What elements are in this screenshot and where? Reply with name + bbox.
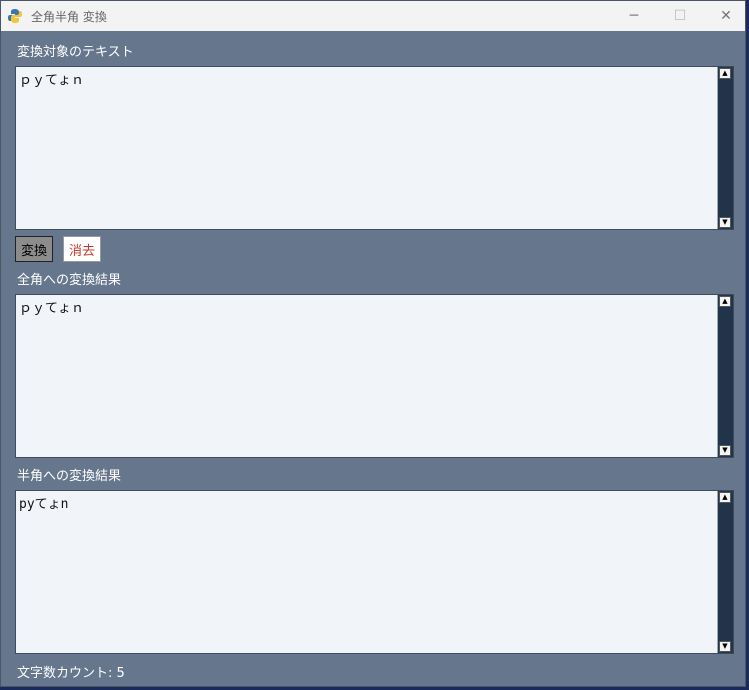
input-label: 変換対象のテキスト <box>17 45 134 60</box>
fullwidth-text: ｐｙてょｎ <box>19 301 85 316</box>
halfwidth-text: pyてょn <box>19 497 69 512</box>
input-textarea[interactable]: ｐｙてょｎ ▲ ▼ <box>15 66 734 230</box>
clear-button[interactable]: 消去 <box>63 236 101 262</box>
halfwidth-scrollbar[interactable]: ▲ ▼ <box>717 491 733 653</box>
convert-button[interactable]: 変換 <box>15 236 53 262</box>
scroll-down-icon[interactable]: ▼ <box>719 217 731 228</box>
maximize-button[interactable]: ☐ <box>657 1 703 31</box>
halfwidth-label: 半角への変換結果 <box>17 469 122 484</box>
maximize-icon: ☐ <box>673 8 687 24</box>
scroll-down-icon[interactable]: ▼ <box>719 445 731 456</box>
halfwidth-textarea[interactable]: pyてょn ▲ ▼ <box>15 490 734 654</box>
close-icon: ✕ <box>720 8 732 24</box>
scroll-up-icon[interactable]: ▲ <box>719 492 731 503</box>
close-button[interactable]: ✕ <box>703 1 749 31</box>
scroll-up-icon[interactable]: ▲ <box>719 68 731 79</box>
scroll-up-icon[interactable]: ▲ <box>719 296 731 307</box>
fullwidth-label: 全角への変換結果 <box>17 273 122 288</box>
char-count-label: 文字数カウント: 5 <box>17 666 125 681</box>
fullwidth-textarea[interactable]: ｐｙてょｎ ▲ ▼ <box>15 294 734 458</box>
input-scrollbar[interactable]: ▲ ▼ <box>717 67 733 229</box>
window-title: 全角半角 変換 <box>31 10 107 24</box>
fullwidth-scrollbar[interactable]: ▲ ▼ <box>717 295 733 457</box>
scroll-down-icon[interactable]: ▼ <box>719 641 731 652</box>
input-text: ｐｙてょｎ <box>19 73 85 88</box>
minimize-icon: ─ <box>629 8 639 24</box>
minimize-button[interactable]: ─ <box>611 1 657 31</box>
python-icon <box>8 9 22 23</box>
app-window: 全角半角 変換 ─ ☐ ✕ 変換対象のテキスト ｐｙてょｎ ▲ ▼ 変換 消去 … <box>0 0 746 687</box>
title-bar[interactable]: 全角半角 変換 ─ ☐ ✕ <box>1 1 745 31</box>
